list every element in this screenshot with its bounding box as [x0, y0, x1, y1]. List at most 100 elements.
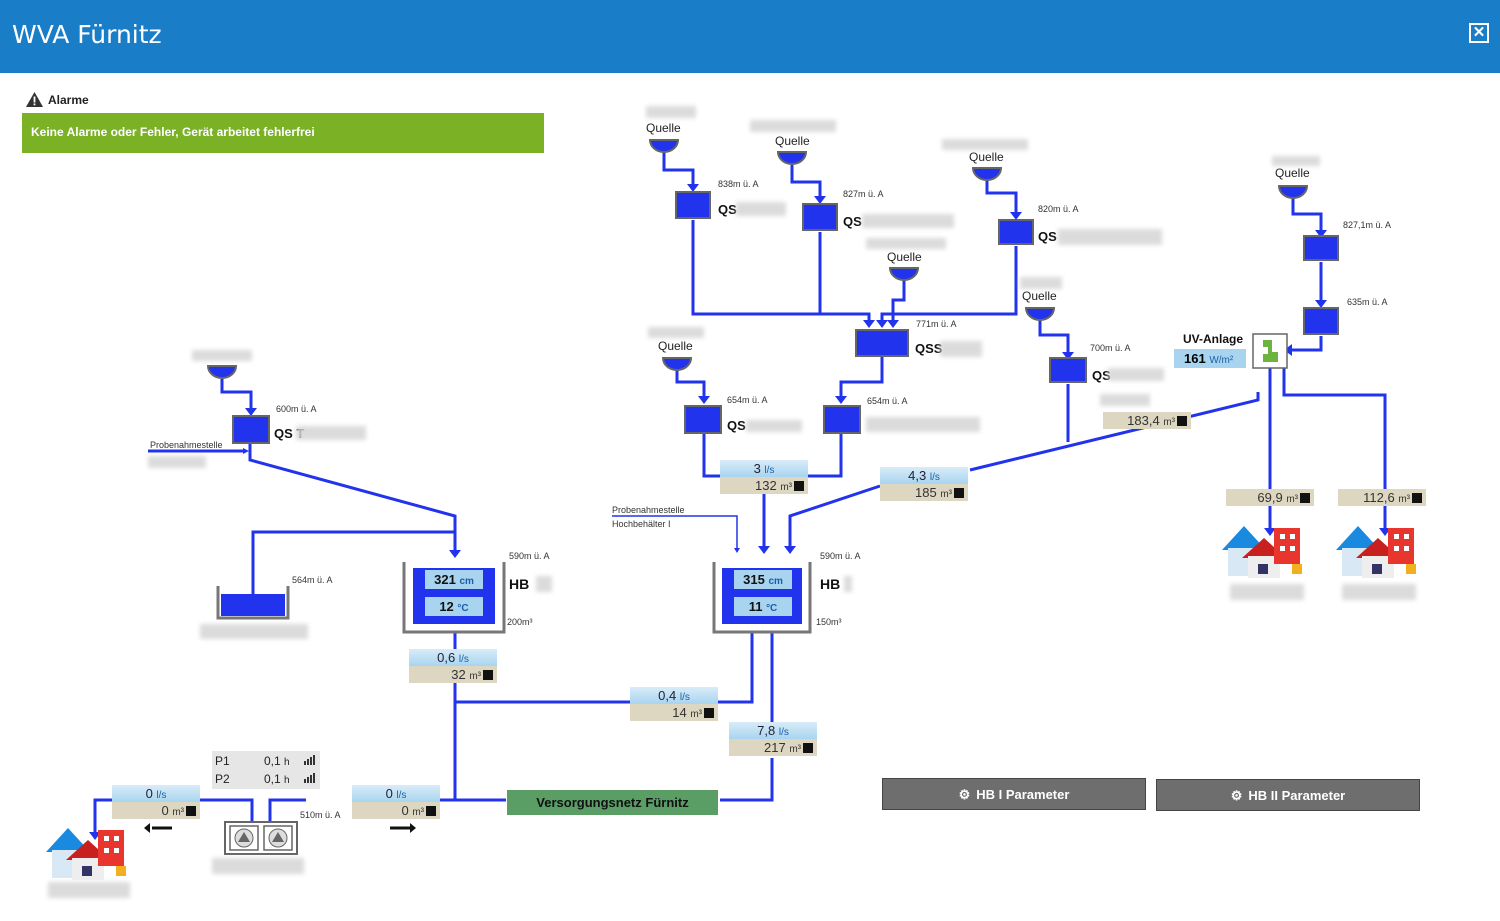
- flow-rate-unit: l/s: [764, 465, 775, 476]
- reservoir-level: 321 cm: [425, 570, 483, 589]
- flow-total-unit: m³: [940, 489, 952, 500]
- altitude-label: 827m ü. A: [843, 189, 884, 199]
- flow-total-unit: m³: [780, 482, 792, 493]
- level-value: 315: [743, 572, 765, 587]
- flow-meter: 0 l/s 0 m³: [112, 785, 200, 819]
- reservoir-name: HB: [509, 576, 530, 592]
- altitude-label: 590m ü. A: [509, 551, 550, 561]
- level-value: 321: [434, 572, 456, 587]
- reservoir-volume: 200m³: [507, 617, 533, 627]
- flow-total: 217: [764, 740, 786, 755]
- flow-rate: 0,6: [437, 650, 456, 665]
- meter-total: 112,6: [1363, 490, 1395, 505]
- uv-unit: W/m²: [1209, 355, 1234, 366]
- source-name: QS: [1038, 229, 1057, 244]
- flow-meter: 0,6 l/s 32 m³: [409, 649, 497, 683]
- source-name: QS: [718, 202, 737, 217]
- spring-label: Quelle: [1275, 166, 1310, 180]
- flow-total-unit: m³: [172, 807, 184, 818]
- spring-label: Quelle: [775, 134, 810, 148]
- flow-rate: 0: [145, 786, 153, 801]
- level-unit: cm: [459, 576, 474, 587]
- temp-unit: °C: [457, 603, 469, 614]
- spring-label: Quelle: [658, 339, 693, 353]
- altitude-label: 600m ü. A: [276, 404, 317, 414]
- meter-unit: m³: [1286, 494, 1298, 505]
- flow-total-unit: m³: [412, 807, 424, 818]
- flow-rate: 4,3: [908, 468, 927, 483]
- flow-rate-unit: l/s: [458, 654, 469, 665]
- sampling-point-sublabel: Hochbehälter I: [612, 519, 671, 529]
- meter-unit: m³: [1163, 417, 1175, 428]
- reservoir-name: HB: [820, 576, 841, 592]
- temp-value: 12: [439, 599, 454, 614]
- flow-total: 32: [451, 667, 466, 682]
- altitude-label: 700m ü. A: [1090, 343, 1131, 353]
- pump-hours-value: 0,1: [264, 772, 281, 786]
- pump-hours: 0,1 h: [264, 754, 290, 768]
- altitude-label: 827,1m ü. A: [1343, 220, 1392, 230]
- reservoir-volume: 150m³: [816, 617, 842, 627]
- flow-total: 132: [755, 478, 777, 493]
- counter-icon: [803, 743, 813, 753]
- sampling-point-label: Probenahmestelle: [612, 505, 685, 515]
- reservoir-temperature: 12 °C: [425, 597, 483, 616]
- pump-name: P1: [215, 754, 230, 768]
- hb1-parameter-button[interactable]: ⚙ HB I Parameter: [882, 778, 1146, 810]
- spring-label: Quelle: [969, 150, 1004, 164]
- altitude-label: 564m ü. A: [292, 575, 333, 585]
- flow-total-unit: m³: [469, 671, 481, 682]
- counter-icon: [1300, 493, 1310, 503]
- signal-bars-icon: [304, 773, 315, 783]
- temp-value: 11: [748, 599, 763, 614]
- flow-meter: 0 l/s 0 m³: [352, 785, 440, 819]
- flow-meter: 0,4 l/s 14 m³: [630, 687, 718, 721]
- counter-icon: [1412, 493, 1422, 503]
- counter-icon: [1177, 416, 1187, 426]
- uv-plant-label: UV-Anlage: [1183, 332, 1244, 346]
- pump-hours: 0,1 h: [264, 772, 290, 786]
- pump-hours-unit: h: [284, 775, 290, 786]
- counter-icon: [426, 806, 436, 816]
- flow-meter: 7,8 l/s 217 m³: [729, 722, 817, 756]
- signal-bars-icon: [304, 755, 315, 765]
- meter-total: 69,9: [1257, 490, 1283, 505]
- flow-rate: 3: [753, 461, 761, 476]
- gears-icon: ⚙: [958, 787, 971, 802]
- houses-icon: [1222, 526, 1302, 578]
- flow-total-unit: m³: [789, 744, 801, 755]
- flow-meter: 3 l/s 132 m³: [720, 460, 808, 494]
- meter-unit: m³: [1398, 494, 1410, 505]
- altitude-label: 510m ü. A: [300, 810, 341, 820]
- flow-rate: 0,4: [658, 688, 677, 703]
- houses-icon: [46, 828, 126, 880]
- temp-unit: °C: [766, 603, 778, 614]
- hb2-parameter-button[interactable]: ⚙ HB II Parameter: [1156, 779, 1420, 811]
- hb2-parameter-label: HB II Parameter: [1248, 788, 1346, 803]
- counter-icon: [954, 488, 964, 498]
- pump-name: P2: [215, 772, 230, 786]
- volume-meter: 183,4 m³: [1103, 412, 1191, 429]
- altitude-label: 820m ü. A: [1038, 204, 1079, 214]
- flow-rate-unit: l/s: [156, 790, 167, 801]
- source-name: QSS: [915, 341, 943, 356]
- flow-total: 185: [915, 485, 937, 500]
- altitude-label: 654m ü. A: [727, 395, 768, 405]
- gears-icon: ⚙: [1230, 788, 1243, 803]
- altitude-label: 771m ü. A: [916, 319, 957, 329]
- reservoir-temperature: 11 °C: [734, 597, 792, 616]
- source-name: QS: [843, 214, 862, 229]
- flow-rate-unit: l/s: [929, 472, 940, 483]
- flow-rate-unit: l/s: [778, 727, 789, 738]
- counter-icon: [483, 670, 493, 680]
- spring-label: Quelle: [646, 121, 681, 135]
- uv-value: 161: [1184, 351, 1206, 366]
- flow-total-unit: m³: [690, 709, 702, 720]
- sampling-point-label: Probenahmestelle: [150, 440, 223, 450]
- spring-label: Quelle: [887, 250, 922, 264]
- flow-rate-unit: l/s: [396, 790, 407, 801]
- hb1-parameter-label: HB I Parameter: [976, 787, 1070, 802]
- altitude-label: 635m ü. A: [1347, 297, 1388, 307]
- source-name: QS: [727, 418, 746, 433]
- flow-total: 0: [161, 803, 169, 818]
